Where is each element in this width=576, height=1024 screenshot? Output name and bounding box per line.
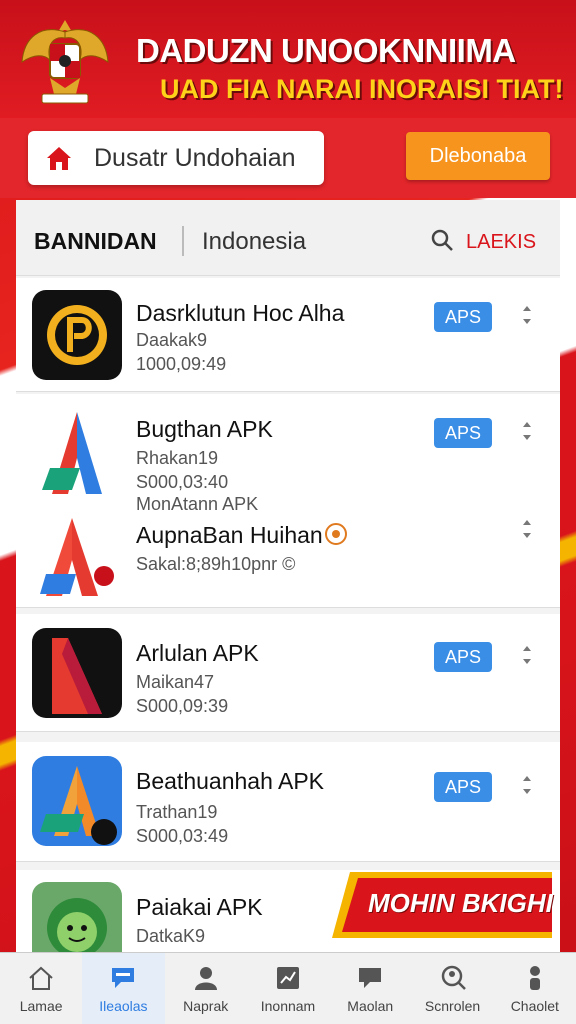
nav-label: Naprak xyxy=(183,997,229,1014)
nav-label: Inonnam xyxy=(260,997,316,1014)
search-user-icon xyxy=(441,965,466,990)
person-icon xyxy=(529,965,540,990)
app-name: Arlulan APK xyxy=(136,640,259,666)
search-value: Dusatr Undohaian xyxy=(94,143,296,172)
app-icon xyxy=(32,512,122,602)
install-button[interactable]: APS xyxy=(434,302,492,332)
app-meta-2: S000,03:49 xyxy=(136,826,229,846)
app-meta-1: Daakak9 xyxy=(136,330,208,350)
app-meta-1: Maikan47 xyxy=(136,672,215,692)
app-list-panel: BANNIDAN Indonesia LAEKIS Dasrklutun Hoc… xyxy=(16,200,560,972)
app-meta-1: Trathan19 xyxy=(136,802,218,822)
app-name: Paiakai APK xyxy=(136,894,263,920)
country-filter[interactable]: Indonesia xyxy=(202,228,306,256)
app-name: Dasrklutun Hoc Alha xyxy=(136,300,345,326)
filter-bar: BANNIDAN Indonesia LAEKIS xyxy=(16,200,560,276)
app-meta-2: 1000,09:49 xyxy=(136,354,227,374)
chart-icon xyxy=(276,966,299,989)
more-vertical-icon[interactable] xyxy=(520,644,534,666)
promo-text: MOHIN BKIGHI xyxy=(368,888,553,918)
verified-badge-icon xyxy=(325,523,347,545)
action-button[interactable]: Dlebonaba xyxy=(406,132,550,180)
nav-label: Ileaolas xyxy=(99,997,148,1014)
nav-item-search[interactable]: Scnrolen xyxy=(411,953,493,1024)
nav-item-home[interactable]: Lamae xyxy=(0,953,82,1024)
nav-item-messages[interactable]: Maolan xyxy=(329,953,411,1024)
install-button[interactable]: APS xyxy=(434,772,492,802)
more-vertical-icon[interactable] xyxy=(520,518,534,540)
nav-label: Chaolet xyxy=(510,997,559,1014)
nav-label: Maolan xyxy=(347,997,394,1014)
more-vertical-icon[interactable] xyxy=(520,304,534,326)
app-icon xyxy=(32,408,122,498)
chat-icon xyxy=(112,967,135,988)
app-name: AupnaBan Huihan xyxy=(136,522,323,548)
app-meta-1: Sakal:8;89h10pnr © xyxy=(136,554,296,574)
install-button[interactable]: APS xyxy=(434,418,492,448)
app-meta-2: S000,03:40 xyxy=(136,472,229,492)
nav-item-chat[interactable]: Ileaolas xyxy=(82,953,165,1024)
filter-divider xyxy=(182,226,184,256)
header-title: DADUZN UNOOKNNIIMA xyxy=(136,32,516,69)
search-icon[interactable] xyxy=(430,228,454,252)
nav-item-account[interactable]: Chaolet xyxy=(494,953,576,1024)
search-input[interactable]: Dusatr Undohaian xyxy=(28,131,324,185)
app-meta-1: DatkaK9 xyxy=(136,926,206,946)
list-item[interactable]: Dasrklutun Hoc Alha Daakak9 1000,09:49 A… xyxy=(16,278,560,392)
nav-label: Lamae xyxy=(19,997,63,1014)
list-item[interactable]: Bugthan APK Rhakan19 S000,03:40 APS MonA… xyxy=(16,394,560,608)
home-icon xyxy=(47,147,71,170)
app-icon xyxy=(32,628,122,718)
app-icon xyxy=(32,290,122,380)
header-subtitle: UAD FIA NARAI INORAISI TIAT! xyxy=(160,74,564,104)
app-pre-name: MonAtann APK xyxy=(136,494,259,514)
latest-link[interactable]: LAEKIS xyxy=(466,231,536,254)
promo-banner[interactable]: MOHIN BKIGHI xyxy=(332,868,553,942)
app-meta-1: Rhakan19 xyxy=(136,448,219,468)
app-icon xyxy=(32,756,122,846)
category-filter[interactable]: BANNIDAN xyxy=(34,228,157,255)
list-item[interactable]: Beathuanhah APK Trathan19 S000,03:49 APS xyxy=(16,742,560,862)
list-item[interactable]: Arlulan APK Maikan47 S000,09:39 APS xyxy=(16,614,560,732)
message-icon xyxy=(359,967,382,988)
app-header: DADUZN UNOOKNNIIMA UAD FIA NARAI INORAIS… xyxy=(0,0,576,118)
nav-label: Scnrolen xyxy=(424,997,481,1014)
app-name: Bugthan APK xyxy=(136,416,273,442)
app-meta-2: S000,09:39 xyxy=(136,696,229,716)
garuda-emblem-icon xyxy=(21,20,109,104)
user-icon xyxy=(194,966,217,990)
more-vertical-icon[interactable] xyxy=(520,774,534,796)
bottom-navigation: Lamae Ileaolas Naprak Inonnam Maolan Scn… xyxy=(0,952,576,1024)
more-vertical-icon[interactable] xyxy=(520,420,534,442)
app-name: Beathuanhah APK xyxy=(136,768,324,794)
nav-item-stats[interactable]: Inonnam xyxy=(247,953,329,1024)
nav-item-profile[interactable]: Naprak xyxy=(165,953,247,1024)
search-bar-area: Dusatr Undohaian Dlebonaba xyxy=(0,118,576,198)
home-icon xyxy=(29,966,53,990)
install-button[interactable]: APS xyxy=(434,642,492,672)
